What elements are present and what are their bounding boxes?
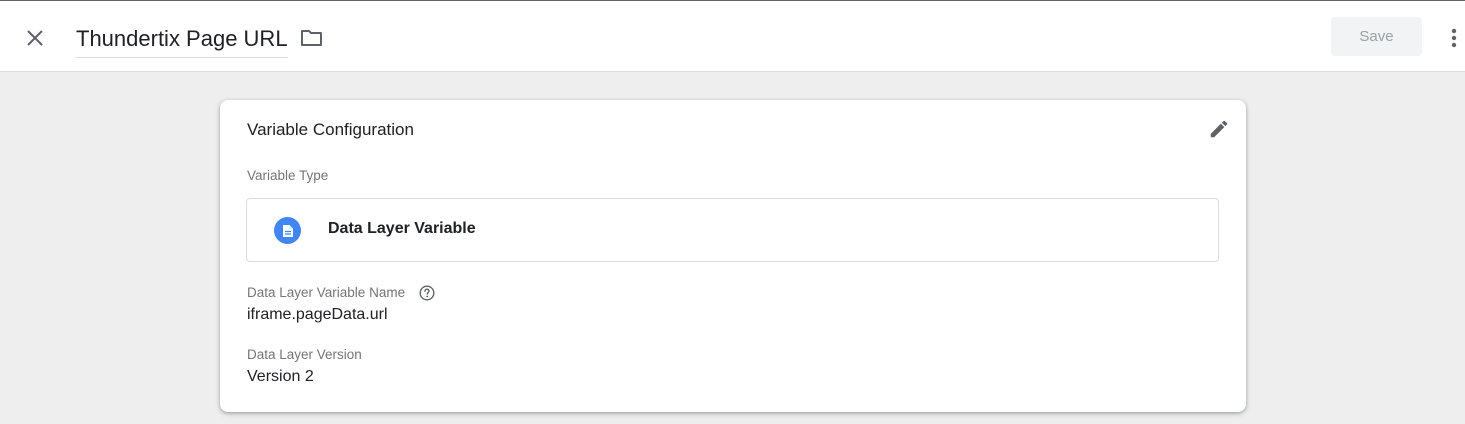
variable-type-selector[interactable]: Data Layer Variable [246, 198, 1219, 262]
folder-icon [301, 30, 322, 46]
dl-version-label: Data Layer Version [247, 347, 362, 362]
variable-type-label: Variable Type [247, 168, 329, 183]
document-icon [274, 217, 301, 244]
edit-button[interactable] [1206, 116, 1232, 142]
variable-configuration-card: Variable Configuration Variable Type Dat… [220, 100, 1246, 412]
top-bar: Thundertix Page URL Save [0, 0, 1465, 72]
pencil-icon [1210, 120, 1228, 138]
close-button[interactable] [20, 23, 50, 53]
close-icon [27, 30, 43, 46]
dlv-name-value: iframe.pageData.url [247, 306, 388, 323]
help-icon[interactable] [419, 285, 435, 301]
more-vert-icon [1451, 28, 1457, 48]
dlv-name-label: Data Layer Variable Name [247, 285, 406, 300]
more-menu-button[interactable] [1444, 25, 1464, 51]
page-title[interactable]: Thundertix Page URL [76, 26, 288, 52]
save-button[interactable]: Save [1331, 17, 1422, 56]
folder-button[interactable] [298, 25, 326, 51]
dl-version-value: Version 2 [247, 368, 314, 385]
card-title: Variable Configuration [247, 120, 414, 139]
title-field[interactable]: Thundertix Page URL [76, 21, 288, 58]
variable-type-value: Data Layer Variable [328, 220, 476, 237]
